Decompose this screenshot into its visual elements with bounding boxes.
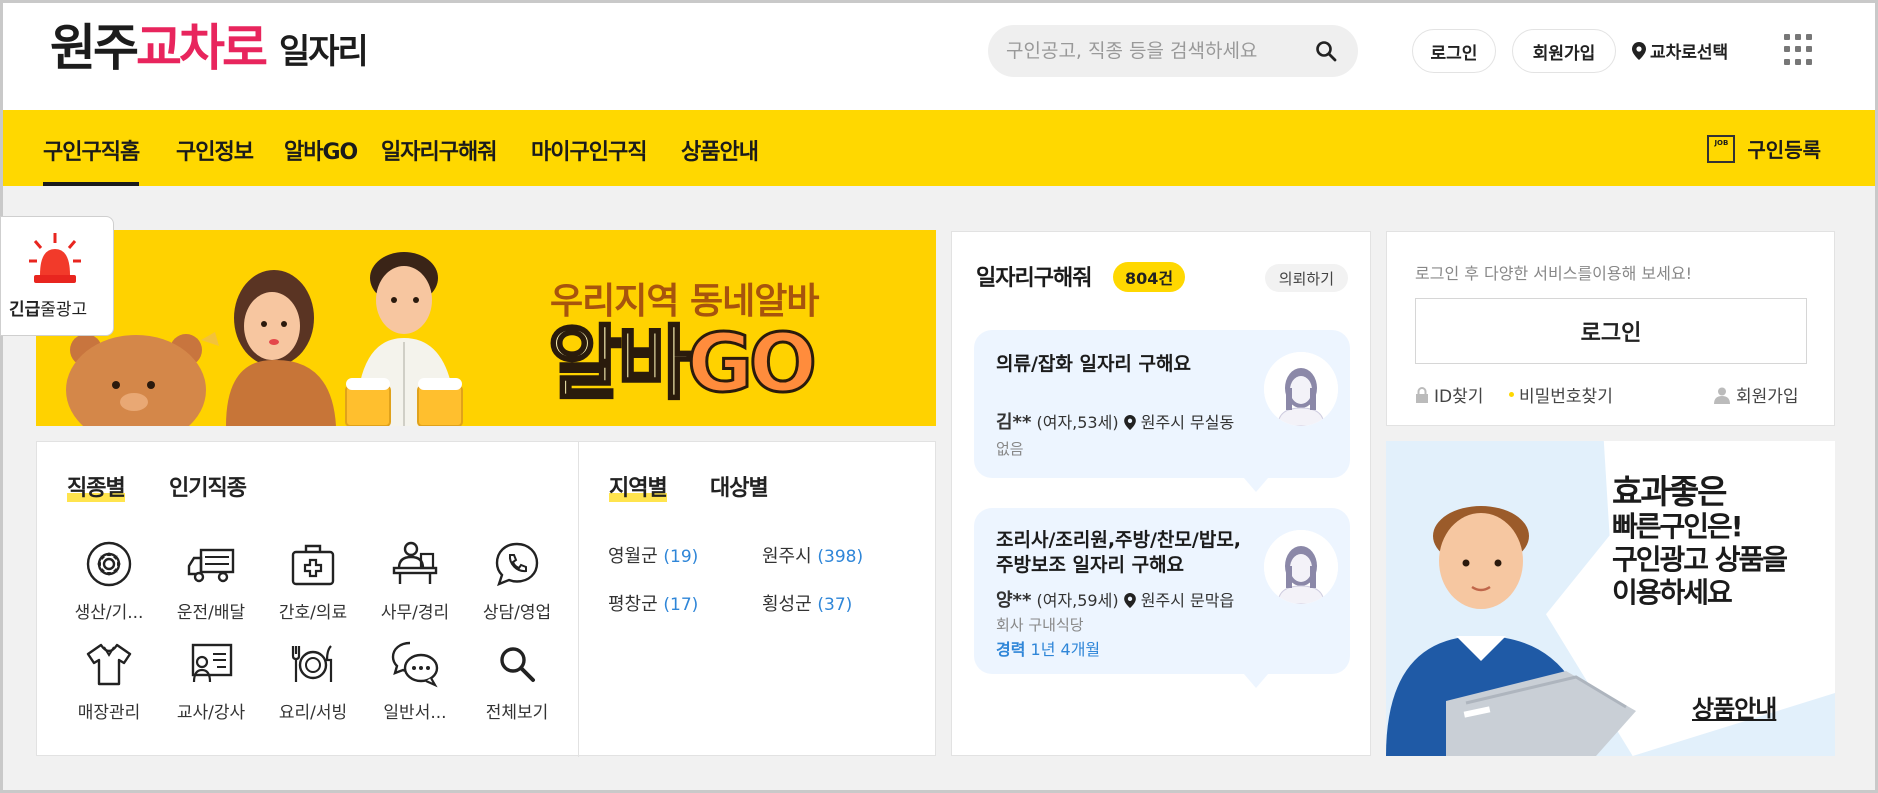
card-person: 김** (여자,53세) 원주시 무실동 xyxy=(996,412,1235,433)
panel-divider xyxy=(578,442,579,757)
female-avatar-icon xyxy=(1264,352,1338,426)
login-submit-button[interactable]: 로그인 xyxy=(1415,298,1807,364)
region-item[interactable]: 횡성군 (37) xyxy=(762,590,852,616)
top-header: 원주 교차로 일자리 로그인 회원가입 교차로선택 xyxy=(0,0,1878,110)
region-item[interactable]: 평창군 (17) xyxy=(608,590,698,616)
card-title: 조리사/조리원,주방/찬모/밥모,주방보조 일자리 구해요 xyxy=(996,529,1242,576)
medical-kit-icon xyxy=(291,544,335,586)
find-password-link[interactable]: 비밀번호찾기 xyxy=(1509,382,1613,407)
location-pin-icon xyxy=(1123,413,1136,432)
category-item[interactable]: 교사/강사 xyxy=(161,640,261,723)
dish-icon xyxy=(291,645,333,682)
job-request-panel: 일자리구해줘 804건 의뢰하기 의류/잡화 일자리 구해요 김** (여자,5… xyxy=(951,231,1371,756)
signup-link[interactable]: 회원가입 xyxy=(1713,382,1799,407)
login-box: 로그인 후 다양한 서비스를이용해 보세요! 로그인 ID찾기 비밀번호찾기 회… xyxy=(1386,231,1835,426)
category-item[interactable]: 간호/의료 xyxy=(263,540,363,623)
tab-by-job-type[interactable]: 직종별 xyxy=(67,470,126,502)
register-label: 구인등록 xyxy=(1747,138,1821,162)
category-item[interactable]: 매장관리 xyxy=(59,640,159,723)
location-pin-icon xyxy=(1632,41,1646,60)
job-register-icon: JOB xyxy=(1707,134,1736,163)
site-logo[interactable]: 원주 교차로 일자리 xyxy=(50,18,369,78)
category-item[interactable]: 전체보기 xyxy=(467,640,567,723)
card-title: 의류/잡화 일자리 구해요 xyxy=(996,353,1191,375)
product-ad-banner[interactable]: 효과좋은 빠른구인은! 구인광고 상품을 이용하세요 상품안내 xyxy=(1386,441,1835,756)
tab-popular-jobs[interactable]: 인기직종 xyxy=(169,470,247,502)
login-message: 로그인 후 다양한 서비스를이용해 보세요! xyxy=(1415,264,1692,283)
office-desk-icon xyxy=(392,541,438,584)
banner-title: 알바GO xyxy=(546,317,818,410)
dot-separator-icon xyxy=(1509,392,1514,397)
search-icon[interactable] xyxy=(1314,39,1338,63)
card-person: 양** (여자,59세) 원주시 문막읍 xyxy=(996,590,1235,611)
teacher-board-icon xyxy=(191,643,233,683)
location-select[interactable]: 교차로선택 xyxy=(1632,38,1728,63)
logo-brand: 교차로 xyxy=(136,19,268,77)
region-item[interactable]: 영월군 (19) xyxy=(608,542,698,568)
job-request-card[interactable]: 조리사/조리원,주방/찬모/밥모,주방보조 일자리 구해요 양** (여자,59… xyxy=(974,508,1350,688)
search-input[interactable] xyxy=(1006,40,1306,62)
user-icon xyxy=(1714,387,1730,404)
register-job-button[interactable]: JOB 구인등록 xyxy=(1707,134,1821,163)
job-request-title[interactable]: 일자리구해줘 xyxy=(976,260,1092,292)
login-button[interactable]: 로그인 xyxy=(1412,29,1496,73)
category-item[interactable]: 운전/배달 xyxy=(161,540,261,623)
card-career: 경력 1년 4개월 xyxy=(996,640,1101,659)
category-item[interactable]: 생산/기... xyxy=(59,540,159,623)
urgent-ads-label: 긴급줄광고 xyxy=(9,300,88,320)
ad-headline: 효과좋은 빠른구인은! 구인광고 상품을 이용하세요 xyxy=(1612,472,1788,609)
card-detail: 회사 구내식당 xyxy=(996,616,1084,634)
nav-item-job-info[interactable]: 구인정보 xyxy=(176,134,254,166)
signup-button[interactable]: 회원가입 xyxy=(1512,29,1616,73)
phone-chat-icon xyxy=(495,542,539,587)
truck-icon xyxy=(187,548,235,583)
search-icon xyxy=(500,647,535,682)
shirt-icon xyxy=(86,643,132,686)
all-menu-icon[interactable] xyxy=(1784,34,1812,66)
category-item[interactable]: 상담/영업 xyxy=(467,540,567,623)
region-item[interactable]: 원주시 (398) xyxy=(762,542,863,568)
nav-item-my-page[interactable]: 마이구인구직 xyxy=(531,134,647,166)
category-panel: 직종별 인기직종 생산/기... 운전/배달 간호/의료 사무/경리 상담/영업… xyxy=(36,441,936,757)
nav-item-products[interactable]: 상품안내 xyxy=(681,134,759,166)
female-avatar-icon xyxy=(1264,530,1338,604)
job-request-count-badge: 804건 xyxy=(1113,262,1186,292)
nav-item-find-me-job[interactable]: 일자리구해줘 xyxy=(381,134,497,166)
nav-item-albago[interactable]: 알바GO xyxy=(284,134,358,166)
urgent-ads-tab[interactable]: 긴급줄광고 xyxy=(0,216,114,336)
logo-city: 원주 xyxy=(50,19,139,77)
nav-item-home[interactable]: 구인구직홈 xyxy=(43,134,140,186)
job-request-card[interactable]: 의류/잡화 일자리 구해요 김** (여자,53세) 원주시 무실동 없음 xyxy=(974,330,1350,492)
tab-by-region[interactable]: 지역별 xyxy=(609,470,668,502)
ad-product-link[interactable]: 상품안내 xyxy=(1692,689,1777,724)
category-item[interactable]: 요리/서빙 xyxy=(263,640,363,723)
card-detail: 없음 xyxy=(996,440,1024,458)
gear-icon xyxy=(86,541,132,587)
tab-by-target[interactable]: 대상별 xyxy=(710,470,769,502)
category-item[interactable]: 일반서... xyxy=(365,640,465,723)
ad-man-illustration xyxy=(1386,506,1636,756)
location-label: 교차로선택 xyxy=(1650,43,1729,63)
category-item[interactable]: 사무/경리 xyxy=(365,540,465,623)
logo-suffix: 일자리 xyxy=(279,32,369,72)
main-nav: 구인구직홈 구인정보 알바GO 일자리구해줘 마이구인구직 상품안내 JOB 구… xyxy=(3,110,1875,186)
siren-icon xyxy=(29,233,81,283)
request-button[interactable]: 의뢰하기 xyxy=(1264,264,1348,292)
chat-bubbles-icon xyxy=(391,641,439,688)
lock-icon xyxy=(1416,386,1428,403)
albago-banner[interactable]: 우리지역 동네알바 알바GO xyxy=(36,230,936,426)
find-id-link[interactable]: ID찾기 xyxy=(1415,382,1483,407)
location-pin-icon xyxy=(1123,591,1136,610)
search-box xyxy=(988,25,1358,77)
